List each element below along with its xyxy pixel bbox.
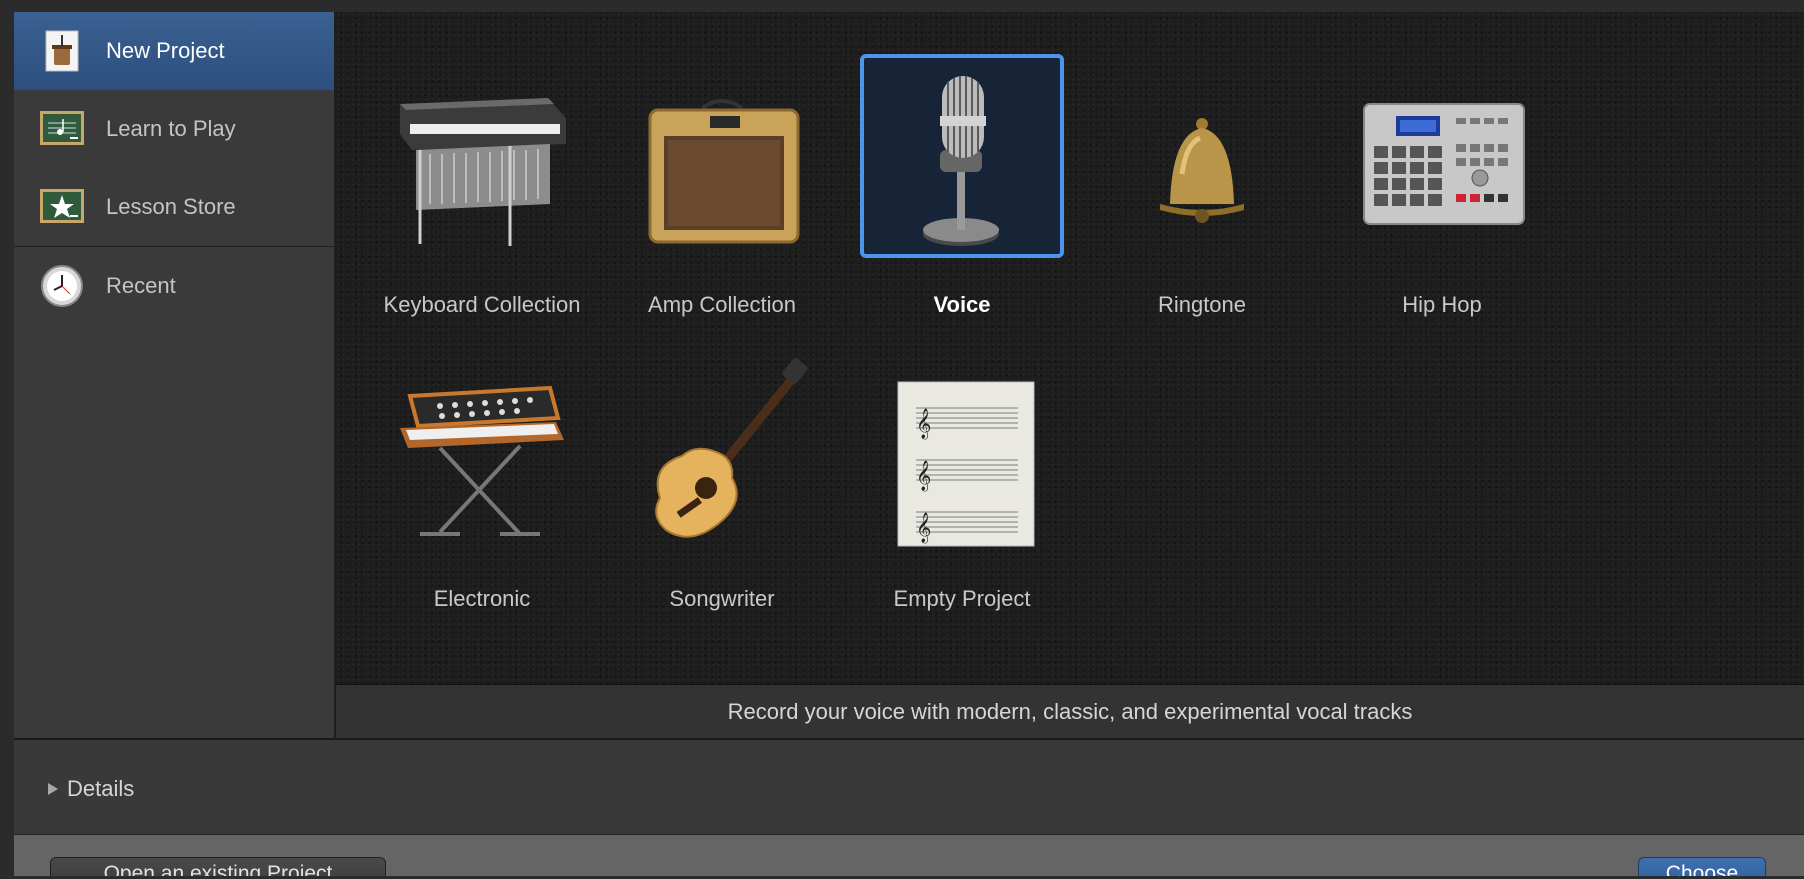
drum-machine-icon xyxy=(1340,54,1544,258)
sidebar-item-label: New Project xyxy=(106,38,225,63)
template-label: Ringtone xyxy=(1157,292,1247,317)
sidebar: New Project Learn to Play Lesson Store R… xyxy=(14,12,336,738)
template-grid: Keyboard Collection Amp Collection Voice… xyxy=(336,12,1804,684)
details-panel: Details xyxy=(14,738,1804,836)
sidebar-item-label: Recent xyxy=(106,273,176,298)
choose-button[interactable]: Choose xyxy=(1638,857,1766,878)
clock-icon xyxy=(40,264,84,308)
template-label: Keyboard Collection xyxy=(383,292,581,317)
guitar-amp-icon xyxy=(620,54,824,258)
acoustic-guitar-icon xyxy=(620,348,824,552)
sheet-music-icon: 𝄞 𝄞 𝄞 xyxy=(860,348,1064,552)
template-ringtone[interactable]: Ringtone xyxy=(1082,30,1322,330)
template-electronic[interactable]: Electronic xyxy=(362,324,602,624)
details-disclosure[interactable]: Details xyxy=(48,776,134,802)
sidebar-item-lesson-store[interactable]: Lesson Store xyxy=(14,168,334,246)
template-description: Record your voice with modern, classic, … xyxy=(336,684,1804,739)
details-label: Details xyxy=(67,776,135,801)
sidebar-item-label: Learn to Play xyxy=(106,116,236,141)
svg-text:𝄞: 𝄞 xyxy=(916,408,931,440)
sidebar-item-new-project[interactable]: New Project xyxy=(14,12,334,90)
sidebar-item-learn-to-play[interactable]: Learn to Play xyxy=(14,90,334,168)
new-project-dialog: New Project Learn to Play Lesson Store R… xyxy=(14,12,1804,878)
synthesizer-icon xyxy=(380,348,584,552)
electric-piano-icon xyxy=(380,54,584,258)
template-label: Hip Hop xyxy=(1402,292,1482,317)
disclosure-triangle-icon xyxy=(48,783,58,795)
bell-icon xyxy=(1100,54,1304,258)
open-existing-project-button[interactable]: Open an existing Project xyxy=(50,857,386,878)
template-keyboard-collection[interactable]: Keyboard Collection xyxy=(362,30,602,330)
template-label: Amp Collection xyxy=(648,292,796,317)
sidebar-item-label: Lesson Store xyxy=(106,194,236,219)
template-label: Empty Project xyxy=(893,586,1031,611)
template-label: Electronic xyxy=(433,586,531,611)
template-amp-collection[interactable]: Amp Collection xyxy=(602,30,842,330)
svg-text:𝄞: 𝄞 xyxy=(916,512,931,544)
template-label: Songwriter xyxy=(669,586,775,611)
sidebar-item-recent[interactable]: Recent xyxy=(14,247,334,325)
dialog-footer: Open an existing Project Choose xyxy=(14,834,1804,878)
new-project-icon xyxy=(40,29,84,73)
microphone-icon xyxy=(860,54,1064,258)
svg-text:𝄞: 𝄞 xyxy=(916,460,931,492)
template-voice[interactable]: Voice xyxy=(842,30,1082,330)
window-left-edge xyxy=(0,0,14,879)
template-empty-project[interactable]: 𝄞 𝄞 𝄞 Empty Project xyxy=(842,324,1082,624)
template-hip-hop[interactable]: Hip Hop xyxy=(1322,30,1562,330)
template-label: Voice xyxy=(933,292,991,317)
window-top-edge xyxy=(0,0,1804,12)
learn-to-play-icon xyxy=(40,107,84,151)
lesson-store-icon xyxy=(40,185,84,229)
template-songwriter[interactable]: Songwriter xyxy=(602,324,842,624)
